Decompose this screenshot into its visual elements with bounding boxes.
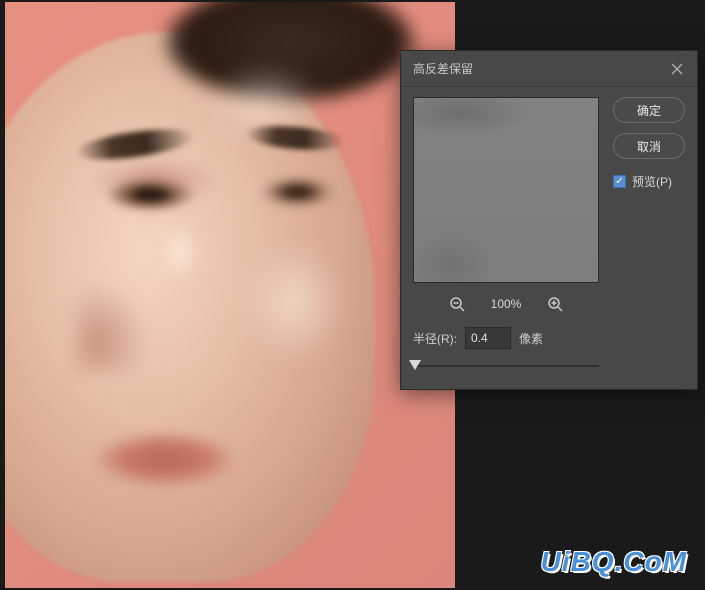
radius-label: 半径(R): bbox=[413, 330, 457, 347]
slider-thumb[interactable] bbox=[409, 360, 421, 370]
zoom-in-icon bbox=[547, 296, 563, 312]
canvas-area bbox=[5, 2, 455, 588]
ok-button[interactable]: 确定 bbox=[613, 97, 685, 123]
filter-preview[interactable] bbox=[413, 97, 599, 283]
dialog-title: 高反差保留 bbox=[413, 60, 473, 77]
zoom-out-button[interactable] bbox=[448, 295, 466, 313]
high-pass-dialog: 高反差保留 100% bbox=[400, 50, 698, 390]
preview-checkbox[interactable]: ✓ 预览(P) bbox=[613, 173, 685, 190]
close-icon bbox=[671, 63, 683, 75]
watermark-text: UiBQ.CoM bbox=[541, 546, 687, 578]
radius-slider[interactable] bbox=[413, 359, 599, 373]
zoom-in-button[interactable] bbox=[546, 295, 564, 313]
checkbox-icon: ✓ bbox=[613, 175, 626, 188]
preview-checkbox-label: 预览(P) bbox=[632, 173, 672, 190]
zoom-out-icon bbox=[449, 296, 465, 312]
close-button[interactable] bbox=[669, 61, 685, 77]
dialog-titlebar[interactable]: 高反差保留 bbox=[401, 51, 697, 87]
radius-unit: 像素 bbox=[519, 330, 543, 347]
document-image bbox=[5, 2, 455, 588]
radius-input[interactable] bbox=[465, 327, 511, 349]
cancel-button[interactable]: 取消 bbox=[613, 133, 685, 159]
zoom-level: 100% bbox=[486, 297, 526, 311]
